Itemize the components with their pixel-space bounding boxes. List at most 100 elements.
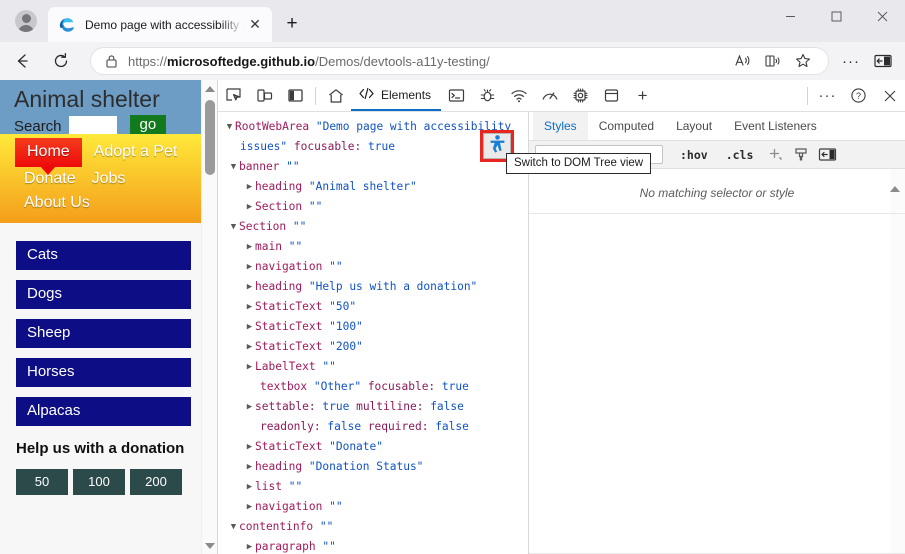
tab-elements[interactable]: Elements bbox=[351, 81, 442, 111]
page-scrollbar[interactable] bbox=[201, 80, 217, 554]
list-item[interactable]: Horses bbox=[16, 358, 191, 387]
collapse-twisty-icon[interactable]: ▶ bbox=[244, 537, 255, 554]
read-aloud-icon[interactable] bbox=[728, 48, 758, 74]
back-button[interactable] bbox=[5, 46, 39, 76]
tab-close-icon[interactable]: ✕ bbox=[244, 14, 266, 36]
scroll-down-icon[interactable] bbox=[202, 537, 217, 554]
console-icon[interactable] bbox=[441, 81, 472, 111]
tab-layout[interactable]: Layout bbox=[665, 112, 723, 140]
tab-elements-label: Elements bbox=[381, 87, 432, 102]
tab-computed[interactable]: Computed bbox=[588, 112, 665, 140]
sources-bug-icon[interactable] bbox=[472, 81, 503, 111]
collapse-twisty-icon[interactable]: ▶ bbox=[244, 337, 255, 357]
browser-window: Demo page with accessibility issues ✕ + bbox=[0, 0, 905, 554]
tree-row-heading-donation[interactable]: ▶ heading "Help us with a donation" bbox=[218, 277, 528, 297]
dock-panel-icon[interactable] bbox=[280, 81, 311, 111]
tree-row-textbox-other[interactable]: textbox "Other" focusable: true ▶ settabl… bbox=[218, 377, 528, 437]
minimize-button[interactable] bbox=[767, 0, 813, 32]
welcome-home-icon[interactable] bbox=[320, 81, 351, 111]
collapse-twisty-icon[interactable]: ▶ bbox=[244, 177, 255, 197]
new-style-rule-icon[interactable] bbox=[762, 144, 788, 166]
memory-chip-icon[interactable] bbox=[565, 81, 596, 111]
settings-more-icon[interactable]: ··· bbox=[835, 46, 867, 76]
tree-role: contentinfo bbox=[239, 520, 314, 533]
donation-amount-50[interactable]: 50 bbox=[16, 469, 68, 495]
list-item[interactable]: Cats bbox=[16, 241, 191, 270]
nav-link-about[interactable]: About Us bbox=[24, 191, 90, 215]
devtools-more-button[interactable]: ··· bbox=[812, 81, 843, 111]
collapse-twisty-icon[interactable]: ▶ bbox=[244, 237, 255, 257]
tree-row-heading-animal-shelter[interactable]: ▶ heading "Animal shelter" bbox=[218, 177, 528, 197]
nav-link-home[interactable]: Home bbox=[15, 138, 82, 175]
performance-gauge-icon[interactable] bbox=[534, 81, 565, 111]
browser-tab[interactable]: Demo page with accessibility issues ✕ bbox=[48, 7, 272, 42]
list-item[interactable]: Dogs bbox=[16, 280, 191, 309]
tree-row-statictext-donate[interactable]: ▶ StaticText "Donate" bbox=[218, 437, 528, 457]
tab-event-listeners[interactable]: Event Listeners bbox=[723, 112, 828, 140]
donation-amount-200[interactable]: 200 bbox=[130, 469, 182, 495]
collapse-twisty-icon[interactable]: ▶ bbox=[244, 497, 255, 517]
tree-row-statictext-50[interactable]: ▶ StaticText "50" bbox=[218, 297, 528, 317]
collapse-twisty-icon[interactable]: ▶ bbox=[244, 317, 255, 337]
collapse-twisty-icon[interactable]: ▶ bbox=[244, 257, 255, 277]
inspect-element-icon[interactable] bbox=[218, 81, 249, 111]
tree-row-statictext-100[interactable]: ▶ StaticText "100" bbox=[218, 317, 528, 337]
reload-button[interactable] bbox=[44, 46, 78, 76]
styles-scrollbar[interactable] bbox=[890, 169, 905, 553]
favorite-star-icon[interactable] bbox=[788, 48, 818, 74]
collapse-twisty-icon[interactable]: ▶ bbox=[244, 477, 255, 497]
expand-twisty-icon[interactable]: ▼ bbox=[228, 517, 239, 537]
search-input[interactable] bbox=[68, 116, 117, 136]
tree-row-labeltext[interactable]: ▶ LabelText "" bbox=[218, 357, 528, 377]
tree-row-section-1[interactable]: ▶ Section "" bbox=[218, 197, 528, 217]
network-wifi-icon[interactable] bbox=[503, 81, 534, 111]
application-database-icon[interactable] bbox=[596, 81, 627, 111]
expand-twisty-icon[interactable]: ▼ bbox=[224, 117, 235, 137]
donation-amount-100[interactable]: 100 bbox=[73, 469, 125, 495]
device-emulation-icon[interactable] bbox=[249, 81, 280, 111]
scroll-up-icon[interactable] bbox=[202, 80, 217, 97]
computed-sidebar-icon[interactable] bbox=[814, 144, 840, 166]
immersive-reader-icon[interactable] bbox=[758, 48, 788, 74]
scroll-up-icon[interactable] bbox=[890, 169, 900, 192]
devtools-help-icon[interactable]: ? bbox=[843, 81, 874, 111]
address-bar[interactable]: https://microsoftedge.github.io/Demos/de… bbox=[90, 47, 829, 75]
class-toggle-button[interactable]: .cls bbox=[726, 148, 754, 162]
tree-row-navigation-1[interactable]: ▶ navigation "" bbox=[218, 257, 528, 277]
expand-twisty-icon[interactable]: ▼ bbox=[228, 217, 239, 237]
element-state-brush-icon[interactable] bbox=[788, 144, 814, 166]
new-tab-button[interactable]: + bbox=[276, 9, 308, 39]
nav-link-adopt[interactable]: Adopt a Pet bbox=[94, 140, 178, 164]
tree-row-main[interactable]: ▶ main "" bbox=[218, 237, 528, 257]
nav-link-jobs[interactable]: Jobs bbox=[92, 167, 126, 191]
close-button[interactable] bbox=[859, 0, 905, 32]
add-panel-button[interactable]: + bbox=[627, 81, 658, 111]
page-viewport: Animal shelter Search go Home Adopt a Pet… bbox=[0, 80, 217, 554]
collections-icon[interactable] bbox=[867, 46, 899, 76]
scrollbar-thumb[interactable] bbox=[205, 100, 215, 175]
expand-twisty-icon[interactable]: ▼ bbox=[228, 157, 239, 177]
collapse-twisty-icon[interactable]: ▶ bbox=[244, 457, 255, 477]
hover-state-button[interactable]: :hov bbox=[680, 148, 708, 162]
collapse-twisty-icon[interactable]: ▶ bbox=[244, 197, 255, 217]
collapse-twisty-icon[interactable]: ▶ bbox=[244, 397, 255, 417]
tree-row-contentinfo[interactable]: ▼ contentinfo "" bbox=[218, 517, 528, 537]
profile-button[interactable] bbox=[4, 3, 48, 39]
tree-role: heading bbox=[255, 280, 303, 293]
collapse-twisty-icon[interactable]: ▶ bbox=[244, 297, 255, 317]
tree-row-list[interactable]: ▶ list "" bbox=[218, 477, 528, 497]
list-item[interactable]: Alpacas bbox=[16, 397, 191, 426]
page-banner: Animal shelter Search go bbox=[0, 80, 201, 137]
collapse-twisty-icon[interactable]: ▶ bbox=[244, 437, 255, 457]
devtools-close-button[interactable] bbox=[874, 81, 905, 111]
list-item[interactable]: Sheep bbox=[16, 319, 191, 348]
tree-row-paragraph[interactable]: ▶ paragraph "" bbox=[218, 537, 528, 554]
tree-row-navigation-2[interactable]: ▶ navigation "" bbox=[218, 497, 528, 517]
collapse-twisty-icon[interactable]: ▶ bbox=[244, 357, 255, 377]
maximize-button[interactable] bbox=[813, 0, 859, 32]
tab-styles[interactable]: Styles bbox=[533, 112, 588, 140]
collapse-twisty-icon[interactable]: ▶ bbox=[244, 277, 255, 297]
tree-row-section-2[interactable]: ▼ Section "" bbox=[218, 217, 528, 237]
tree-row-statictext-200[interactable]: ▶ StaticText "200" bbox=[218, 337, 528, 357]
tree-row-heading-donation-status[interactable]: ▶ heading "Donation Status" bbox=[218, 457, 528, 477]
